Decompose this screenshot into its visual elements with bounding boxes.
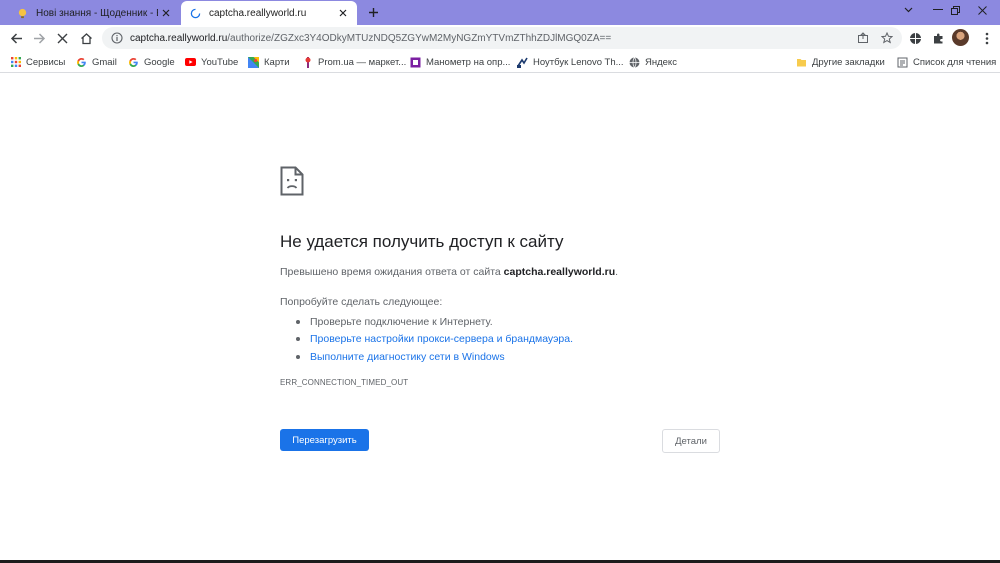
url-path: /authorize/ZGZxc3Y4ODkyMTUzNDQ5ZGYwM2MyN…	[227, 32, 612, 44]
extension-grid-icon[interactable]	[906, 29, 924, 47]
bookmark-reading-list[interactable]: Список для чтения	[897, 54, 996, 70]
google-icon	[128, 57, 139, 68]
restore-icon[interactable]	[940, 0, 970, 20]
prom-icon	[302, 56, 313, 68]
proxy-settings-link[interactable]: Проверьте настройки прокси-сервера и бра…	[310, 333, 573, 345]
close-tab-icon[interactable]	[158, 5, 174, 21]
bookmark-label: Сервисы	[26, 56, 66, 68]
tab-title: captcha.reallyworld.ru	[209, 7, 307, 19]
suggestions-list: Проверьте подключение к Интернету. Прове…	[296, 313, 573, 366]
bookmarks-bar: Сервисы Gmail Google YouTube Карти Prom.…	[0, 51, 1000, 73]
bookmark-label: Карти	[264, 56, 290, 68]
extensions-puzzle-icon[interactable]	[929, 29, 947, 47]
google-icon	[76, 57, 87, 68]
address-bar[interactable]: captcha.reallyworld.ru/authorize/ZGZxc3Y…	[102, 27, 902, 49]
new-tab-button[interactable]	[364, 3, 382, 21]
reload-button[interactable]: Перезагрузить	[280, 429, 369, 451]
details-button[interactable]: Детали	[662, 429, 720, 453]
bookmark-label: Список для чтения	[913, 56, 997, 68]
bookmark-label: Ноутбук Lenovo Th...	[533, 56, 624, 68]
profile-avatar[interactable]	[952, 29, 969, 46]
info-icon[interactable]	[110, 31, 124, 45]
error-heading: Не удается получить доступ к сайту	[280, 232, 564, 251]
globe-icon	[629, 56, 640, 68]
bookmark-label: Манометр на опр...	[426, 56, 511, 68]
forward-arrow-icon[interactable]	[30, 29, 48, 47]
error-code: ERR_CONNECTION_TIMED_OUT	[280, 378, 409, 387]
bookmark-label: Google	[144, 56, 175, 68]
url-host: captcha.reallyworld.ru	[130, 32, 228, 44]
url-text[interactable]: captcha.reallyworld.ru/authorize/ZGZxc3Y…	[130, 33, 854, 44]
bookmark-laptop[interactable]: Ноутбук Lenovo Th...	[517, 54, 624, 70]
tab-search-icon[interactable]	[893, 0, 923, 20]
bookmark-youtube[interactable]: YouTube	[185, 54, 238, 70]
tab-title: Нові знання - Щоденник - Елек	[36, 7, 158, 19]
bookmark-maps[interactable]: Карти	[248, 54, 290, 70]
bookmark-manometer[interactable]: Манометр на опр...	[410, 54, 510, 70]
bookmark-gmail[interactable]: Gmail	[76, 54, 117, 70]
menu-kebab-icon[interactable]	[978, 29, 996, 47]
error-message-suffix: .	[615, 266, 619, 278]
bookmark-label: Prom.ua — маркет...	[318, 56, 407, 68]
reading-list-icon	[897, 57, 908, 68]
try-label: Попробуйте сделать следующее:	[280, 296, 443, 308]
list-item: Проверьте подключение к Интернету.	[296, 313, 573, 331]
page-content: Не удается получить доступ к сайту Превы…	[0, 74, 1000, 563]
bookmark-label: Другие закладки	[812, 56, 885, 68]
page-icon	[410, 57, 421, 68]
bookmark-google[interactable]: Google	[128, 54, 175, 70]
bullet	[296, 337, 300, 342]
close-tab-icon[interactable]	[335, 5, 351, 21]
bookmark-other[interactable]: Другие закладки	[796, 54, 885, 70]
bookmark-label: Яндекс	[645, 56, 677, 68]
close-window-icon[interactable]	[967, 0, 997, 20]
tab-inactive[interactable]: Нові знання - Щоденник - Елек	[8, 1, 180, 25]
bookmark-prom[interactable]: Prom.ua — маркет...	[302, 54, 406, 70]
error-message: Превышено время ожидания ответа от сайта…	[280, 266, 618, 278]
bookmark-label: YouTube	[201, 56, 239, 68]
list-item: Выполните диагностику сети в Windows	[296, 348, 573, 366]
youtube-icon	[185, 57, 196, 68]
back-arrow-icon[interactable]	[7, 29, 25, 47]
page-icon	[517, 57, 528, 68]
bullet	[296, 319, 300, 324]
bullet	[296, 354, 300, 359]
maps-icon	[248, 56, 259, 68]
tab-strip: Нові знання - Щоденник - Елек captcha.re…	[0, 0, 1000, 25]
bookmark-services[interactable]: Сервисы	[10, 54, 65, 70]
loading-spinner-icon	[189, 7, 201, 19]
network-diagnostics-link[interactable]: Выполните диагностику сети в Windows	[310, 351, 505, 363]
browser-window: Нові знання - Щоденник - Елек captcha.re…	[0, 0, 1000, 563]
tab-active[interactable]: captcha.reallyworld.ru	[181, 1, 357, 25]
list-item: Проверьте настройки прокси-сервера и бра…	[296, 331, 573, 349]
share-icon[interactable]	[854, 29, 872, 47]
stop-loading-icon[interactable]	[53, 29, 71, 47]
suggestion-text: Проверьте подключение к Интернету.	[310, 315, 493, 328]
toolbar: captcha.reallyworld.ru/authorize/ZGZxc3Y…	[0, 25, 1000, 51]
error-message-prefix: Превышено время ожидания ответа от сайта	[280, 266, 504, 278]
apps-icon	[10, 57, 21, 68]
bookmark-star-icon[interactable]	[878, 29, 896, 47]
bookmark-label: Gmail	[92, 56, 117, 68]
bookmark-yandex[interactable]: Яндекс	[629, 54, 677, 70]
lightbulb-icon	[16, 7, 28, 19]
folder-icon	[796, 57, 807, 68]
home-icon[interactable]	[77, 29, 95, 47]
sad-document-icon	[280, 166, 304, 196]
error-host: captcha.reallyworld.ru	[503, 266, 616, 278]
